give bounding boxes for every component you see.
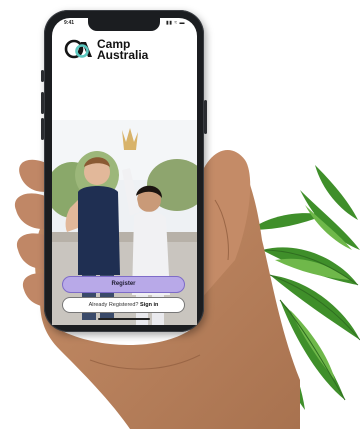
volume-down-button — [41, 118, 44, 140]
power-button — [204, 100, 207, 134]
status-icons: ▮▮ ≈ ▬ — [166, 20, 185, 26]
status-time: 9:41 — [64, 20, 75, 26]
home-indicator — [98, 318, 150, 320]
wifi-icon: ≈ — [174, 20, 178, 26]
camp-australia-logo — [64, 39, 92, 59]
kids-photo — [52, 120, 197, 325]
phone-notch — [88, 18, 160, 31]
signin-row: Already Registered? Sign in — [62, 297, 185, 313]
promo-scene: 9:41 ▮▮ ≈ ▬ Camp Australia Register Alre… — [0, 0, 360, 429]
signal-icon: ▮▮ — [166, 20, 173, 26]
signin-link[interactable]: Sign in — [140, 302, 158, 308]
volume-up-button — [41, 92, 44, 114]
signin-prompt: Already Registered? — [88, 302, 139, 308]
mute-switch — [41, 70, 44, 82]
battery-icon: ▬ — [179, 20, 186, 26]
register-button[interactable]: Register — [62, 276, 185, 293]
brand-line2: Australia — [97, 48, 149, 62]
brand-name: Camp Australia — [97, 38, 149, 62]
